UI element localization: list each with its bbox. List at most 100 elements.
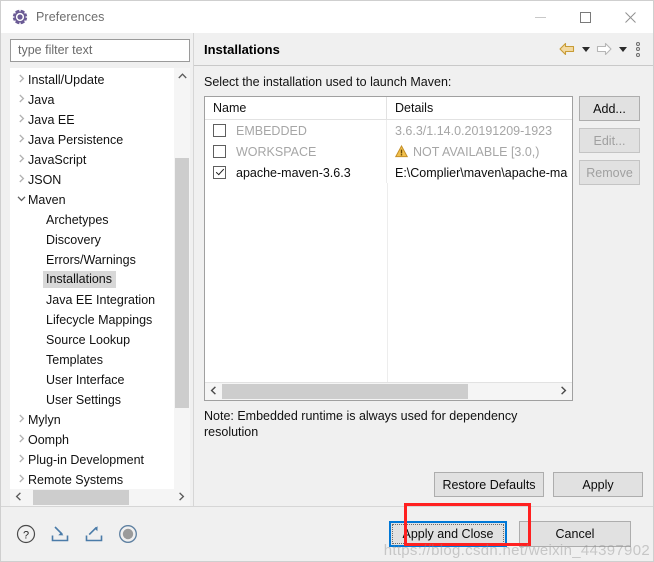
table-hscroll-track[interactable]: [222, 383, 555, 400]
sidebar: Install/Update Java Java EE Java Persistenc…: [1, 33, 193, 506]
sidebar-item-lifecycle-mappings[interactable]: Lifecycle Mappings: [10, 310, 190, 330]
sidebar-item-remote-systems[interactable]: Remote Systems: [10, 470, 190, 489]
tree-horizontal-scrollbar[interactable]: [10, 489, 190, 506]
sidebar-item-user-interface[interactable]: User Interface: [10, 370, 190, 390]
apply-button[interactable]: Apply: [553, 472, 643, 497]
chevron-right-icon[interactable]: [14, 474, 28, 486]
sidebar-item-javascript[interactable]: JavaScript: [10, 150, 190, 170]
installation-checkbox[interactable]: [213, 166, 226, 179]
scroll-up-icon[interactable]: [174, 68, 190, 85]
sidebar-item-errors-warnings[interactable]: Errors/Warnings: [10, 250, 190, 270]
cancel-button[interactable]: Cancel: [519, 521, 631, 547]
view-menu-dots-icon[interactable]: [631, 39, 645, 59]
chevron-right-icon[interactable]: [14, 134, 28, 146]
restore-defaults-button[interactable]: Restore Defaults: [434, 472, 544, 497]
column-header-details[interactable]: Details: [387, 97, 572, 119]
sidebar-item-label: Java: [28, 92, 55, 107]
sidebar-item-mylyn[interactable]: Mylyn: [10, 410, 190, 430]
scroll-right-icon[interactable]: [173, 492, 190, 503]
apply-and-close-button[interactable]: Apply and Close: [389, 521, 507, 547]
cell-details: NOT AVAILABLE [3.0,): [387, 141, 572, 162]
sidebar-item-java[interactable]: Java: [10, 90, 190, 110]
sidebar-item-archetypes[interactable]: Archetypes: [10, 210, 190, 230]
installation-name: apache-maven-3.6.3: [236, 165, 351, 180]
tree-hscroll-track[interactable]: [27, 489, 173, 506]
sidebar-item-label: Remote Systems: [28, 472, 124, 487]
sidebar-item-source-lookup[interactable]: Source Lookup: [10, 330, 190, 350]
maximize-button[interactable]: [563, 1, 608, 33]
minimize-button[interactable]: [518, 1, 563, 33]
table-empty-row: [205, 246, 572, 267]
scroll-left-icon[interactable]: [10, 492, 27, 503]
installations-table: Name Details EMBEDDED 3.6.3/1.14.0.201912…: [204, 96, 573, 401]
sidebar-item-java-persistence[interactable]: Java Persistence: [10, 130, 190, 150]
cell-name: EMBEDDED: [205, 120, 387, 141]
chevron-right-icon[interactable]: [14, 174, 28, 186]
import-icon[interactable]: [49, 523, 71, 545]
installation-checkbox[interactable]: [213, 124, 226, 137]
chevron-right-icon[interactable]: [14, 414, 28, 426]
instruction-label: Select the installation used to launch M…: [204, 75, 452, 89]
focus-ring: [392, 524, 504, 544]
filter-box[interactable]: [10, 39, 190, 62]
sidebar-item-label: Oomph: [28, 432, 69, 447]
preferences-gear-icon: [12, 9, 28, 25]
help-icon[interactable]: ?: [15, 523, 37, 545]
table-scroll-right-icon[interactable]: [555, 386, 572, 397]
sidebar-item-label: Java EE: [28, 112, 75, 127]
search-input[interactable]: [16, 42, 184, 59]
window-controls: [518, 1, 653, 33]
sidebar-item-discovery[interactable]: Discovery: [10, 230, 190, 250]
edit-button: Edit...: [579, 128, 640, 153]
chevron-right-icon[interactable]: [14, 94, 28, 106]
sidebar-item-user-settings[interactable]: User Settings: [10, 390, 190, 410]
table-row[interactable]: WORKSPACE NOT AVAILABLE [3.0,): [205, 141, 572, 162]
back-arrow-icon[interactable]: [557, 39, 577, 59]
sidebar-item-label: Discovery: [46, 232, 101, 247]
chevron-right-icon[interactable]: [14, 154, 28, 166]
sidebar-item-label: Lifecycle Mappings: [46, 312, 153, 327]
forward-arrow-icon[interactable]: [594, 39, 614, 59]
chevron-down-icon[interactable]: [14, 194, 28, 206]
sidebar-item-installations[interactable]: Installations: [10, 270, 190, 290]
sidebar-item-plug-in-development[interactable]: Plug-in Development: [10, 450, 190, 470]
sidebar-item-maven[interactable]: Maven: [10, 190, 190, 210]
table-empty-row: [205, 309, 572, 330]
chevron-right-icon[interactable]: [14, 454, 28, 466]
preference-page: Installations Select the installation us…: [193, 33, 653, 506]
tree-vscroll-thumb[interactable]: [175, 157, 189, 409]
add-button[interactable]: Add...: [579, 96, 640, 121]
sidebar-item-install-update[interactable]: Install/Update: [10, 70, 190, 90]
column-header-name[interactable]: Name: [205, 97, 387, 119]
table-row[interactable]: EMBEDDED 3.6.3/1.14.0.20191209-1923: [205, 120, 572, 141]
export-icon[interactable]: [83, 523, 105, 545]
tree-vscroll-track[interactable]: [174, 85, 190, 489]
sidebar-item-java-ee-integration[interactable]: Java EE Integration: [10, 290, 190, 310]
table-row[interactable]: apache-maven-3.6.3 E:\Complier\maven\apac…: [205, 162, 572, 183]
chevron-right-icon[interactable]: [14, 114, 28, 126]
dialog-bottom-bar: ? Apply and Close Cancel: [1, 506, 653, 561]
forward-history-chevron-down-icon[interactable]: [616, 39, 629, 59]
installation-checkbox[interactable]: [213, 145, 226, 158]
close-button[interactable]: [608, 1, 653, 33]
sidebar-item-java-ee[interactable]: Java EE: [10, 110, 190, 130]
table-horizontal-scrollbar[interactable]: [205, 382, 572, 400]
sidebar-item-label: Install/Update: [28, 72, 105, 87]
sidebar-item-label: Maven: [28, 192, 66, 207]
table-side-buttons: Add... Edit... Remove: [579, 96, 640, 401]
record-icon[interactable]: [117, 523, 139, 545]
table-header: Name Details: [205, 97, 572, 120]
sidebar-item-label: Plug-in Development: [28, 452, 145, 467]
table-body: EMBEDDED 3.6.3/1.14.0.20191209-1923 WORKSP…: [205, 120, 572, 382]
table-hscroll-thumb[interactable]: [222, 384, 469, 399]
sidebar-item-json[interactable]: JSON: [10, 170, 190, 190]
tree-vertical-scrollbar[interactable]: [174, 67, 190, 506]
sidebar-item-oomph[interactable]: Oomph: [10, 430, 190, 450]
chevron-right-icon[interactable]: [14, 74, 28, 86]
tree-hscroll-thumb[interactable]: [32, 490, 130, 505]
table-empty-row: [205, 267, 572, 288]
back-history-chevron-down-icon[interactable]: [579, 39, 592, 59]
table-scroll-left-icon[interactable]: [205, 386, 222, 397]
chevron-right-icon[interactable]: [14, 434, 28, 446]
sidebar-item-templates[interactable]: Templates: [10, 350, 190, 370]
